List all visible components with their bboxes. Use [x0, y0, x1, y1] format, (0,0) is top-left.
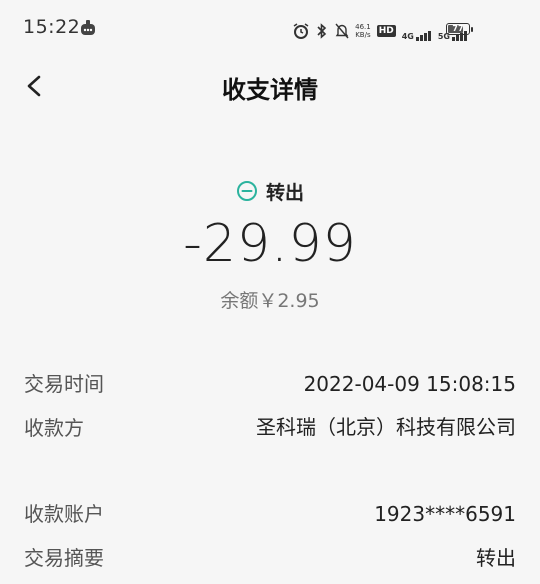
transaction-type-label: 转出 [265, 181, 304, 204]
status-bar: 15:22 46.1 KB/s HD 4G 5G 77 [0, 0, 540, 60]
detail-label: 收款方 [24, 416, 84, 440]
bluetooth-icon [317, 23, 327, 39]
detail-row-summary: 交易摘要 转出 [0, 544, 540, 584]
detail-row-payee: 收款方 圣科瑞（北京）科技有限公司 [0, 414, 540, 500]
notification-app-icon [81, 20, 95, 35]
signal-bars-icon [415, 22, 432, 41]
detail-value: 转出 [476, 546, 516, 570]
network-speed-unit: KB/s [355, 31, 371, 39]
detail-label: 收款账户 [24, 502, 104, 526]
transaction-details: 交易时间 2022-04-09 15:08:15 收款方 圣科瑞（北京）科技有限… [0, 370, 540, 584]
detail-value-wrap: 圣科瑞（北京）科技有限公司 [256, 414, 516, 500]
detail-label: 交易摘要 [24, 546, 104, 570]
account-balance: 余额￥2.95 [220, 290, 320, 312]
network-speed-value: 46.1 [355, 23, 371, 31]
detail-label: 交易时间 [24, 372, 104, 396]
battery-level: 77 [452, 24, 464, 33]
page-title: 收支详情 [222, 76, 318, 104]
mute-icon [335, 23, 349, 39]
detail-value: 圣科瑞（北京）科技有限公司 [256, 415, 516, 439]
minus-circle-icon [236, 181, 257, 201]
detail-value: 1923****6591 [374, 502, 516, 526]
transaction-amount: -29.99 [183, 214, 357, 274]
sim1-network-label: 4G [401, 31, 414, 41]
transaction-type: 转出 [0, 176, 540, 206]
battery-icon: 77 [446, 23, 473, 35]
sim1-signal: 4G [402, 22, 432, 41]
detail-row-account: 收款账户 1923****6591 [0, 500, 540, 544]
alarm-icon [293, 23, 309, 39]
nav-bar: 收支详情 [0, 60, 540, 112]
status-time: 15:22 [23, 16, 81, 38]
status-icons: 46.1 KB/s HD 4G 5G [293, 20, 468, 42]
detail-row-time: 交易时间 2022-04-09 15:08:15 [0, 370, 540, 414]
battery-indicator: 77 [446, 23, 473, 35]
network-speed: 46.1 KB/s [355, 23, 371, 39]
detail-value: 2022-04-09 15:08:15 [303, 372, 516, 396]
transaction-summary: 转出 -29.99 余额￥2.95 [0, 176, 540, 313]
hd-volte-badge: HD [376, 25, 396, 37]
